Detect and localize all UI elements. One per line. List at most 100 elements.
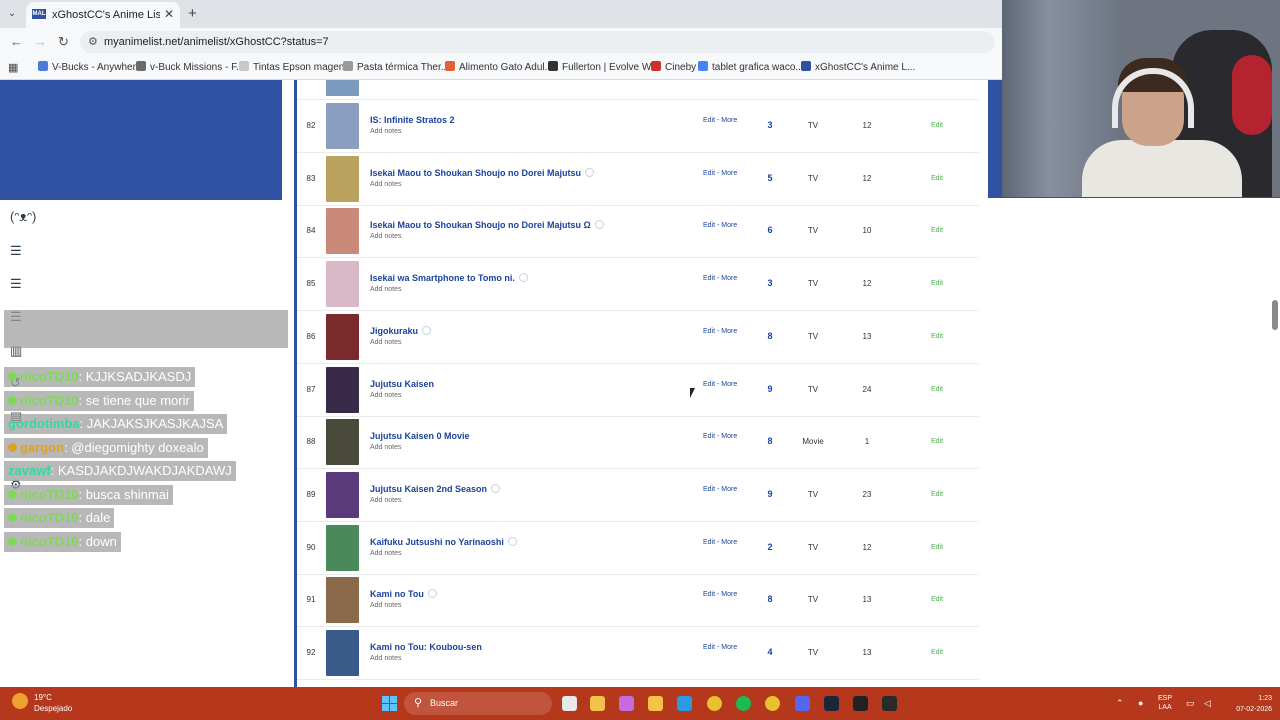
system-clock[interactable]: 1:23 07-02-2026 bbox=[1222, 693, 1272, 715]
anime-cover[interactable] bbox=[326, 261, 359, 308]
edit-more-link[interactable]: Edit - More bbox=[703, 381, 737, 388]
add-notes-link[interactable]: Add notes bbox=[370, 655, 402, 662]
tab-close-icon[interactable]: ✕ bbox=[164, 7, 174, 21]
add-notes-link[interactable]: Add notes bbox=[370, 444, 402, 451]
new-tab-icon[interactable]: + bbox=[188, 5, 197, 22]
info-icon[interactable] bbox=[422, 325, 432, 335]
edit-more-link[interactable]: Edit - More bbox=[703, 222, 737, 229]
bookmark-item[interactable]: Fullerton | Evolve W... bbox=[548, 61, 659, 73]
anime-cover[interactable] bbox=[326, 630, 359, 676]
anime-cover[interactable] bbox=[326, 103, 359, 149]
forward-icon[interactable]: → bbox=[34, 34, 47, 49]
edit-link[interactable]: Edit bbox=[927, 544, 947, 551]
anime-title-link[interactable]: Jujutsu Kaisen 2nd Season bbox=[370, 483, 501, 494]
weather-desc[interactable]: Despejado bbox=[34, 704, 72, 713]
anime-cover[interactable] bbox=[326, 524, 359, 571]
copilot-icon[interactable] bbox=[619, 696, 634, 711]
reload-icon[interactable]: ↻ bbox=[58, 34, 69, 50]
edit-link[interactable]: Edit bbox=[927, 438, 947, 445]
address-bar[interactable]: ⚙ myanimelist.net/animelist/xGhostCC?sta… bbox=[80, 31, 995, 53]
edit-more-link[interactable]: Edit - More bbox=[703, 170, 737, 177]
anime-cover[interactable] bbox=[326, 80, 359, 96]
browser-tab-active[interactable]: MAL xGhostCC's Anime List - MyAnimeList.… bbox=[26, 2, 180, 28]
store-icon[interactable] bbox=[590, 696, 605, 711]
edit-more-link[interactable]: Edit - More bbox=[703, 433, 737, 440]
anime-title-link[interactable]: Kaifuku Jutsushi no Yarinaoshi bbox=[370, 536, 517, 547]
chrome-icon[interactable] bbox=[707, 696, 722, 711]
info-icon[interactable] bbox=[427, 589, 437, 599]
edit-more-link[interactable]: Edit - More bbox=[703, 275, 737, 282]
anime-title-link[interactable]: Isekai wa Smartphone to Tomo ni. bbox=[370, 273, 528, 283]
bookmark-item[interactable]: V-Bucks - Anywhere bbox=[38, 61, 141, 73]
edit-more-link[interactable]: Edit - More bbox=[703, 486, 737, 493]
add-notes-link[interactable]: Add notes bbox=[370, 286, 402, 293]
edit-link[interactable]: Edit bbox=[927, 386, 947, 393]
score-value[interactable]: 9 bbox=[765, 384, 775, 394]
score-value[interactable]: 8 bbox=[765, 331, 775, 341]
edit-link[interactable]: Edit bbox=[927, 122, 947, 129]
score-value[interactable]: 8 bbox=[765, 436, 775, 446]
add-notes-link[interactable]: Add notes bbox=[370, 339, 402, 346]
edit-link[interactable]: Edit bbox=[927, 333, 947, 340]
info-icon[interactable] bbox=[507, 536, 517, 546]
score-value[interactable]: 4 bbox=[765, 647, 775, 657]
add-notes-link[interactable]: Add notes bbox=[370, 602, 402, 609]
edit-link[interactable]: Edit bbox=[927, 649, 947, 656]
tab-search-icon[interactable]: ⌄ bbox=[4, 6, 20, 22]
score-value[interactable]: 8 bbox=[765, 594, 775, 604]
score-value[interactable]: 3 bbox=[765, 278, 775, 288]
epic-games-icon[interactable] bbox=[882, 696, 897, 711]
bookmark-item[interactable]: Tintas Epson magen... bbox=[239, 61, 353, 73]
anime-title-link[interactable]: Kami no Tou: Koubou-sen bbox=[370, 642, 482, 652]
bookmark-item[interactable]: Alimento Gato Adul... bbox=[445, 61, 553, 73]
language-indicator[interactable]: ESP LAA bbox=[1158, 694, 1172, 712]
anime-cover[interactable] bbox=[326, 419, 359, 466]
anime-title-link[interactable]: Isekai Maou to Shoukan Shoujo no Dorei M… bbox=[370, 220, 604, 230]
apps-grid-icon[interactable]: ▦ bbox=[8, 61, 18, 74]
edit-more-link[interactable]: Edit - More bbox=[703, 328, 737, 335]
edit-more-link[interactable]: Edit - More bbox=[703, 117, 737, 124]
add-notes-link[interactable]: Add notes bbox=[370, 181, 402, 188]
info-icon[interactable] bbox=[594, 220, 604, 230]
discord-icon[interactable] bbox=[795, 696, 810, 711]
start-windows-icon[interactable] bbox=[382, 696, 397, 711]
info-icon[interactable] bbox=[491, 483, 501, 493]
bookmark-item[interactable]: Pasta térmica Ther... bbox=[343, 61, 449, 73]
steam-icon[interactable] bbox=[824, 696, 839, 711]
chrome-active-icon[interactable] bbox=[765, 696, 780, 711]
microphone-icon[interactable]: ● bbox=[1138, 698, 1143, 708]
score-value[interactable]: 2 bbox=[765, 542, 775, 552]
add-notes-link[interactable]: Add notes bbox=[370, 233, 402, 240]
anime-title-link[interactable]: Isekai Maou to Shoukan Shoujo no Dorei M… bbox=[370, 167, 595, 178]
anime-cover[interactable] bbox=[326, 155, 359, 202]
bookmark-item[interactable]: tablet grafica waco... bbox=[698, 61, 804, 73]
spotify-icon[interactable] bbox=[736, 696, 751, 711]
back-icon[interactable]: ← bbox=[10, 34, 23, 49]
edit-more-link[interactable]: Edit - More bbox=[703, 644, 737, 651]
add-notes-link[interactable]: Add notes bbox=[370, 128, 402, 135]
anime-cover[interactable] bbox=[326, 471, 359, 518]
score-value[interactable]: 5 bbox=[765, 173, 775, 183]
anime-cover[interactable] bbox=[326, 577, 359, 624]
anime-cover[interactable] bbox=[326, 313, 359, 360]
obs-icon[interactable] bbox=[853, 696, 868, 711]
site-info-icon[interactable]: ⚙ bbox=[88, 35, 98, 48]
edit-more-link[interactable]: Edit - More bbox=[703, 591, 737, 598]
anime-cover[interactable] bbox=[326, 208, 359, 255]
anime-title-link[interactable]: Jigokuraku bbox=[370, 325, 432, 336]
network-icon[interactable]: ▭ bbox=[1186, 698, 1195, 709]
bookmark-item[interactable]: xGhostCC's Anime L... bbox=[801, 61, 915, 73]
add-notes-link[interactable]: Add notes bbox=[370, 550, 402, 557]
score-value[interactable]: 3 bbox=[765, 120, 775, 130]
anime-title-link[interactable]: IS: Infinite Stratos 2 bbox=[370, 115, 455, 125]
info-icon[interactable] bbox=[518, 273, 528, 283]
edit-link[interactable]: Edit bbox=[927, 280, 947, 287]
edit-link[interactable]: Edit bbox=[927, 491, 947, 498]
bookmark-item[interactable]: v-Buck Missions - F... bbox=[136, 61, 244, 73]
info-icon[interactable] bbox=[585, 167, 595, 177]
score-value[interactable]: 6 bbox=[765, 225, 775, 235]
anime-title-link[interactable]: Kami no Tou bbox=[370, 589, 437, 599]
taskbar-search[interactable]: ⚲ Buscar bbox=[404, 692, 552, 715]
tray-chevron-icon[interactable]: ⌃ bbox=[1116, 698, 1124, 709]
file-explorer-icon[interactable] bbox=[648, 696, 663, 711]
